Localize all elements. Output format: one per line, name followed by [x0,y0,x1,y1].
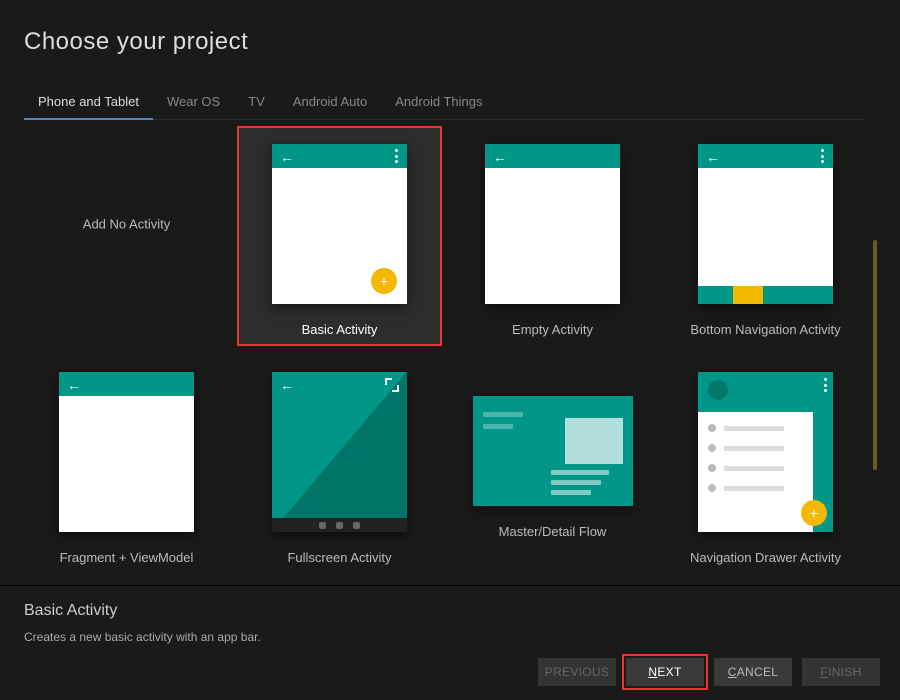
template-grid: Add No Activity + Basic Activity [24,120,879,574]
tab-wear-os[interactable]: Wear OS [153,88,234,119]
overflow-menu-icon [821,149,825,163]
template-navigation-drawer[interactable]: + Navigation Drawer Activity [663,354,868,574]
template-basic-activity[interactable]: + Basic Activity [237,126,442,346]
back-arrow-icon [67,377,81,391]
appbar [272,372,407,396]
system-nav-bar [272,518,407,532]
avatar-icon [708,380,728,400]
tab-android-auto[interactable]: Android Auto [279,88,381,119]
back-arrow-icon [493,149,507,163]
selection-name: Basic Activity [24,602,876,620]
page-title: Choose your project [0,0,900,56]
fab-icon: + [801,500,827,526]
template-label: Master/Detail Flow [499,524,607,539]
wizard-buttons: PREVIOUS NEXT CANCEL FINISH [0,658,900,700]
template-empty-activity[interactable]: Empty Activity [450,126,655,346]
template-label: Navigation Drawer Activity [690,550,841,565]
back-arrow-icon [706,149,720,163]
overflow-menu-icon [395,149,399,163]
template-thumb: Add No Activity [59,144,194,304]
appbar [272,144,407,168]
template-label: Fragment + ViewModel [60,550,194,565]
template-thumb [485,144,620,304]
template-thumb [698,144,833,304]
selection-desc: Creates a new basic activity with an app… [24,630,876,644]
template-thumb: + [272,144,407,304]
template-label: Empty Activity [512,322,593,337]
template-add-no-activity[interactable]: Add No Activity [24,126,229,346]
tab-phone-tablet[interactable]: Phone and Tablet [24,88,153,119]
back-arrow-icon [280,377,294,391]
tab-android-things[interactable]: Android Things [381,88,496,119]
selection-description: Basic Activity Creates a new basic activ… [0,585,900,658]
next-button[interactable]: NEXT [626,658,704,686]
scrollbar[interactable] [873,240,877,470]
wizard-window: Choose your project Phone and Tablet Wea… [0,0,900,700]
appbar [698,144,833,168]
template-master-detail[interactable]: Master/Detail Flow [450,354,655,574]
overflow-menu-icon [824,378,828,392]
template-grid-wrap: Add No Activity + Basic Activity [24,120,879,585]
template-label: Bottom Navigation Activity [690,322,840,337]
template-thumb: + [698,372,833,532]
template-thumb [272,372,407,532]
template-fullscreen-activity[interactable]: Fullscreen Activity [237,354,442,574]
appbar [59,372,194,396]
template-thumb [473,396,633,506]
previous-button: PREVIOUS [538,658,616,686]
bottom-nav-bar [698,286,833,304]
template-label: Basic Activity [302,322,378,337]
fab-icon: + [371,268,397,294]
finish-button: FINISH [802,658,880,686]
tab-tv[interactable]: TV [234,88,279,119]
fullscreen-icon [385,378,399,392]
template-label: Add No Activity [83,217,170,232]
device-tabs: Phone and Tablet Wear OS TV Android Auto… [24,88,864,120]
template-bottom-navigation[interactable]: Bottom Navigation Activity [663,126,868,346]
template-thumb [59,372,194,532]
cancel-button[interactable]: CANCEL [714,658,792,686]
template-label: Fullscreen Activity [287,550,391,565]
back-arrow-icon [280,149,294,163]
appbar [485,144,620,168]
template-fragment-viewmodel[interactable]: Fragment + ViewModel [24,354,229,574]
